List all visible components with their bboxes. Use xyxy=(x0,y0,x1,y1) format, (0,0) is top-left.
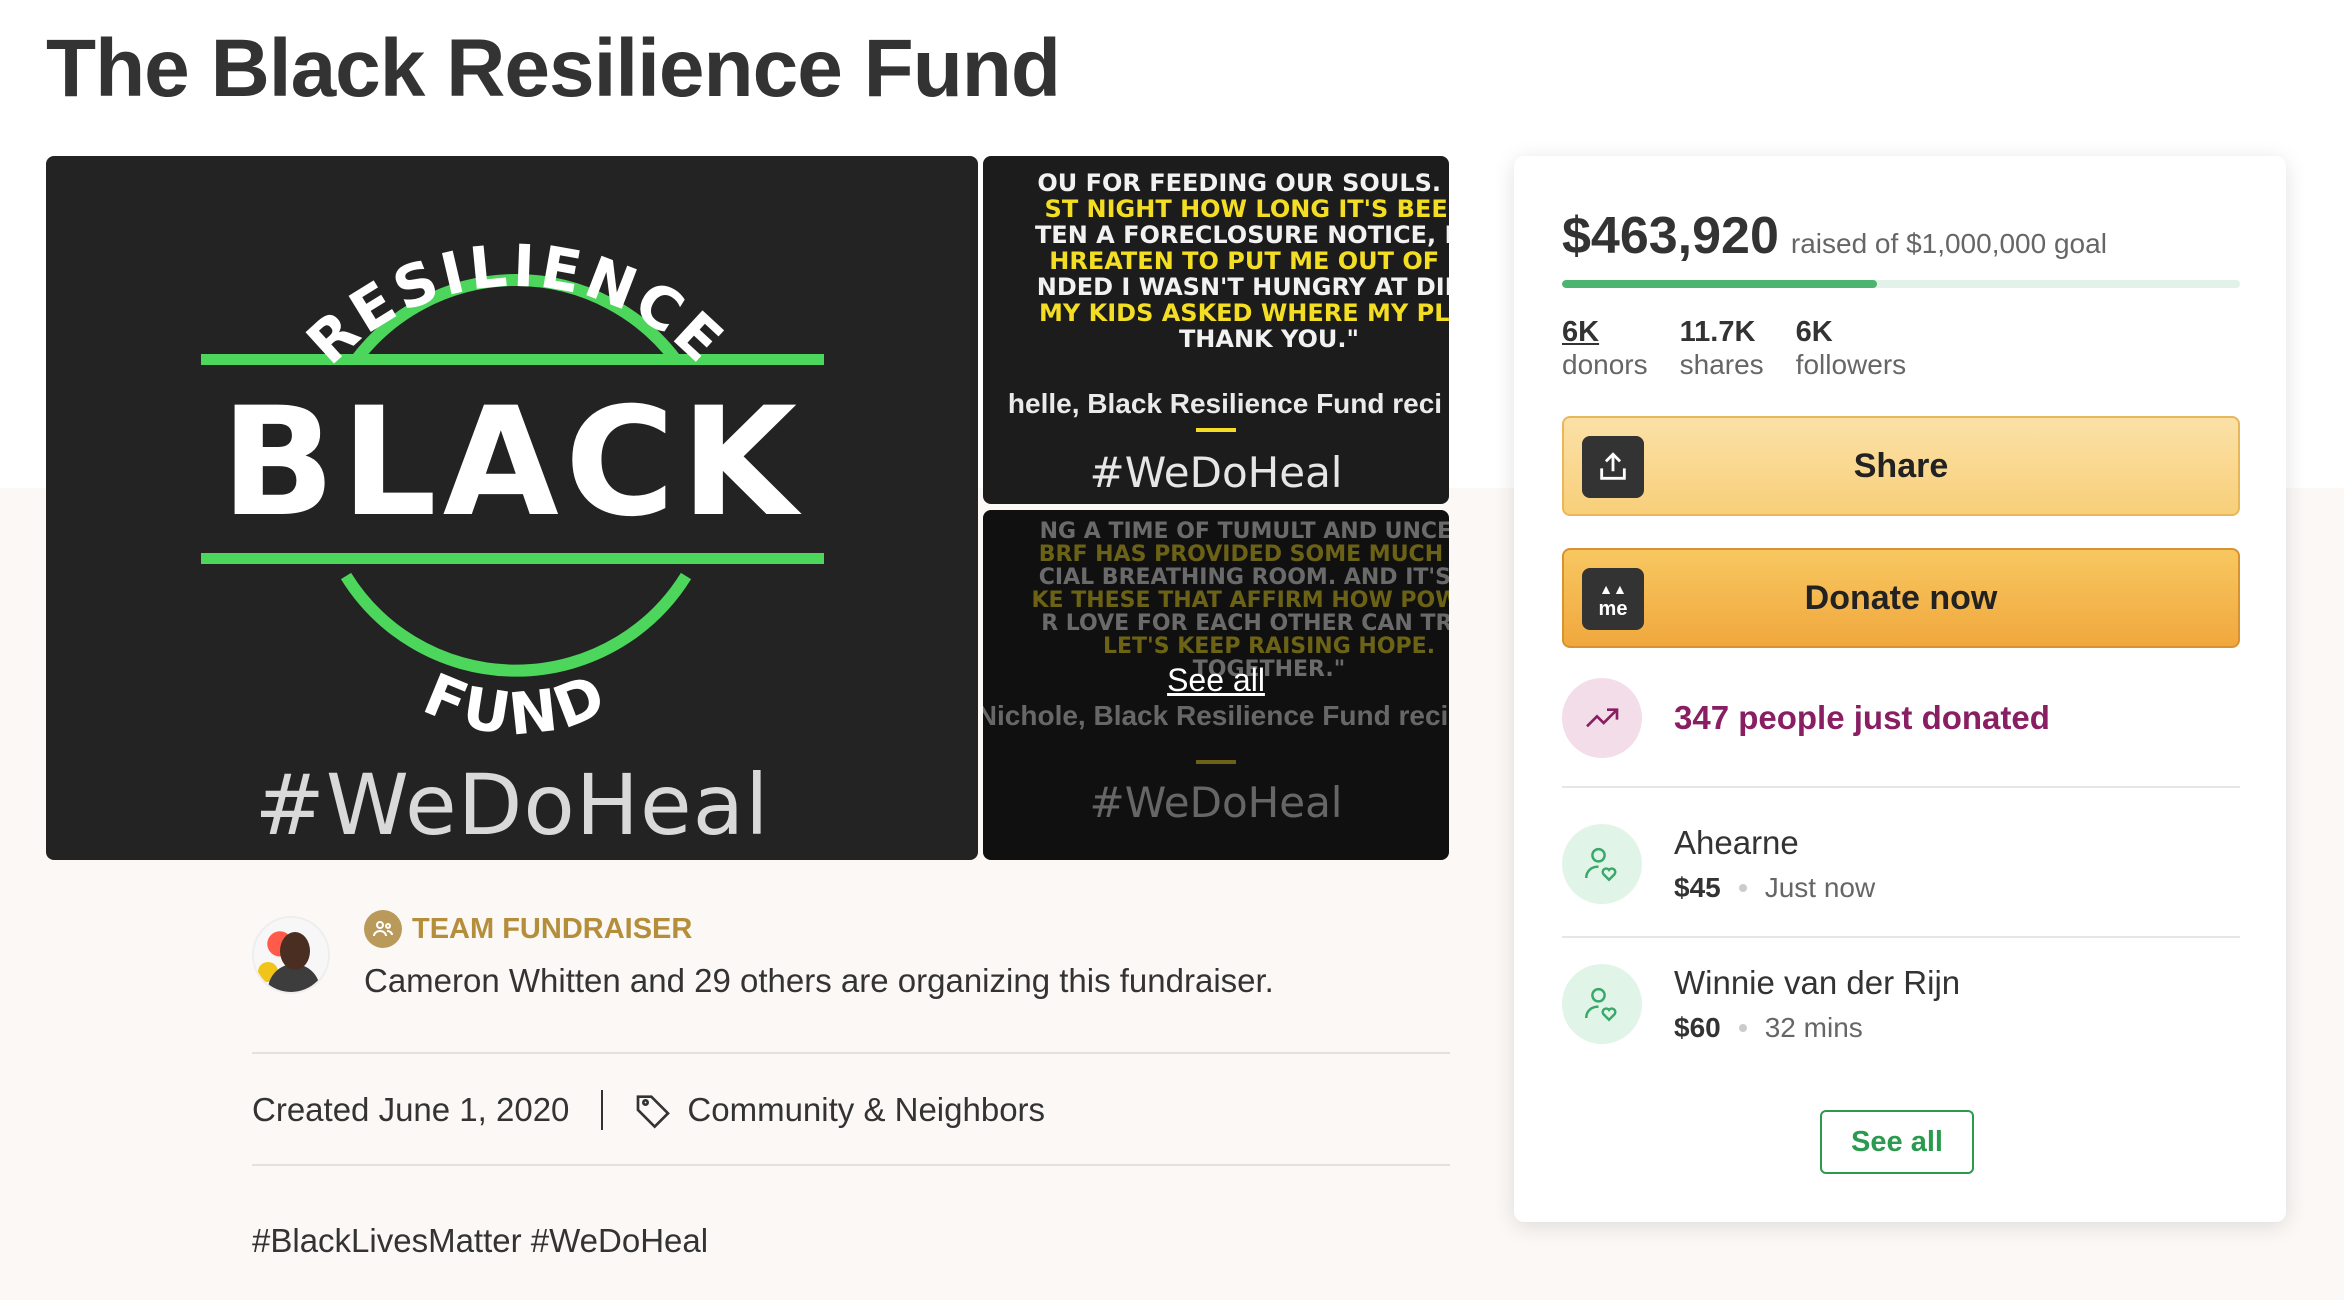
raised-amount: $463,920 xyxy=(1562,207,1779,265)
logo-center-text: BLACK xyxy=(221,376,803,550)
stat-value: 6K xyxy=(1795,316,1833,348)
donation-card: $463,920 raised of $1,000,000 goal 6K do… xyxy=(1514,156,2286,1222)
stat-label: followers xyxy=(1795,349,1907,380)
gofundme-icon: ▲▲ me xyxy=(1582,568,1644,630)
organizer-avatar[interactable] xyxy=(252,916,330,994)
page-title: The Black Resilience Fund xyxy=(46,23,1061,114)
donor-amount: $45 xyxy=(1674,872,1721,903)
goal-text: raised of $1,000,000 goal xyxy=(1790,228,2107,259)
quote-attribution: helle, Black Resilience Fund reci xyxy=(1007,388,1443,419)
divider xyxy=(1562,786,2240,788)
share-button[interactable]: Share xyxy=(1562,416,2240,516)
stats-row: 6K donors 11.7K shares 6K followers xyxy=(1562,316,1906,381)
organizer-description: Cameron Whitten and 29 others are organi… xyxy=(364,962,1274,999)
user-heart-icon xyxy=(1562,964,1642,1044)
team-fundraiser-label: TEAM FUNDRAISER xyxy=(412,912,693,945)
thumb-hashtag: #WeDoHeal xyxy=(1089,448,1343,497)
stat-value: 11.7K xyxy=(1679,316,1756,348)
donor-item: Winnie van der Rijn $60 32 mins xyxy=(1562,964,1960,1044)
quote-line: THANK YOU." xyxy=(1178,325,1360,353)
trending-up-icon xyxy=(1562,678,1642,758)
divider xyxy=(1196,428,1236,432)
upload-icon xyxy=(1582,436,1644,498)
donor-time: 32 mins xyxy=(1764,1012,1863,1043)
campaign-meta: Created June 1, 2020 Community & Neighbo… xyxy=(252,1090,1045,1130)
quote-line: HREATEN TO PUT ME OUT OF MY xyxy=(1049,247,1449,275)
share-label: Share xyxy=(1853,446,1949,485)
quote-line: MY KIDS ASKED WHERE MY PLATE xyxy=(1039,299,1449,327)
progress-bar xyxy=(1562,280,2240,288)
resilience-logo: RESILIENCE BLACK FUND xyxy=(201,231,824,749)
separator-dot xyxy=(1738,1024,1747,1032)
divider xyxy=(1562,936,2240,938)
main-hashtag: #WeDoHeal xyxy=(254,756,770,854)
stat-value: 6K xyxy=(1562,316,1600,348)
user-heart-icon xyxy=(1562,824,1642,904)
donate-label: Donate now xyxy=(1804,578,1998,617)
stat-donors[interactable]: 6K donors xyxy=(1562,316,1648,381)
see-all-photos-link[interactable]: See all xyxy=(983,662,1449,699)
separator-dot xyxy=(1738,884,1747,892)
donor-amount: $60 xyxy=(1674,1012,1721,1043)
donor-name: Winnie van der Rijn xyxy=(1674,964,1961,1001)
donor-name: Ahearne xyxy=(1674,824,1799,861)
quote-line: TEN A FORECLOSURE NOTICE, HAD xyxy=(1034,221,1449,249)
stat-shares: 11.7K shares xyxy=(1680,316,1764,381)
tag-icon xyxy=(633,1090,673,1130)
stat-label: shares xyxy=(1679,349,1764,380)
quote-line: NDED I WASN'T HUNGRY AT DINNE xyxy=(1036,273,1449,301)
gallery-thumbnail-1[interactable]: OU FOR FEEDING OUR SOULS. IT CST NIGHT H… xyxy=(983,156,1449,504)
donor-time: Just now xyxy=(1764,872,1876,903)
gallery-thumbnail-2[interactable]: NG A TIME OF TUMULT AND UNCERTABRF HAS P… xyxy=(983,510,1449,860)
just-donated-text: 347 people just donated xyxy=(1674,699,2050,736)
quote-text: OU FOR FEEDING OUR SOULS. IT CST NIGHT H… xyxy=(983,170,1449,352)
quote-line: ST NIGHT HOW LONG IT'S BEEN S xyxy=(1044,195,1449,223)
team-icon xyxy=(364,910,402,948)
donor-item: Ahearne $45 Just now xyxy=(1562,824,1875,904)
raised-summary: $463,920 raised of $1,000,000 goal xyxy=(1562,206,2107,266)
see-all-donations-button[interactable]: See all xyxy=(1820,1110,1974,1174)
just-donated-row[interactable]: 347 people just donated xyxy=(1562,678,2050,758)
quote-line: OU FOR FEEDING OUR SOULS. IT C xyxy=(1037,169,1449,197)
separator xyxy=(601,1090,604,1130)
created-date: Created June 1, 2020 xyxy=(252,1091,570,1128)
main-campaign-image[interactable]: RESILIENCE BLACK FUND #WeDoHeal xyxy=(46,156,978,860)
divider xyxy=(252,1052,1450,1054)
category-link[interactable]: Community & Neighbors xyxy=(687,1091,1045,1129)
stat-label: donors xyxy=(1562,349,1648,380)
team-fundraiser-badge: TEAM FUNDRAISER xyxy=(364,910,692,948)
progress-fill xyxy=(1562,280,1877,288)
hashtags: #BlackLivesMatter #WeDoHeal xyxy=(252,1222,709,1259)
stat-followers: 6K followers xyxy=(1796,316,1906,381)
donate-now-button[interactable]: ▲▲ me Donate now xyxy=(1562,548,2240,648)
divider xyxy=(252,1164,1450,1166)
